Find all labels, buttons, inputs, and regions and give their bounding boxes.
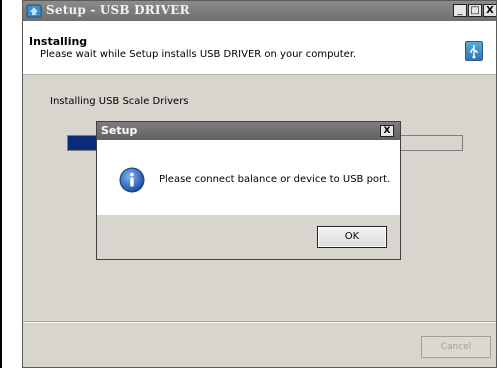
info-icon bbox=[119, 167, 145, 193]
dialog-body: Please connect balance or device to USB … bbox=[97, 140, 400, 215]
maximize-button[interactable]: □ bbox=[468, 4, 482, 17]
dialog-title-bar[interactable]: Setup X bbox=[97, 122, 400, 140]
cancel-button[interactable]: Cancel bbox=[421, 336, 491, 358]
page-subtitle: Please wait while Setup installs USB DRI… bbox=[40, 49, 357, 60]
title-bar[interactable]: Setup - USB DRIVER _ □ X bbox=[23, 1, 496, 21]
usb-symbol-icon bbox=[470, 45, 478, 59]
wizard-header: Installing Please wait while Setup insta… bbox=[23, 21, 496, 75]
dialog-message: Please connect balance or device to USB … bbox=[159, 174, 391, 185]
ok-button[interactable]: OK bbox=[317, 226, 387, 248]
page-title: Installing bbox=[29, 35, 88, 48]
minimize-button[interactable]: _ bbox=[453, 4, 467, 17]
usb-installer-icon bbox=[465, 41, 483, 61]
install-status-text: Installing USB Scale Drivers bbox=[50, 96, 189, 107]
setup-app-icon bbox=[26, 4, 42, 18]
dialog-title: Setup bbox=[101, 124, 138, 137]
dialog-close-button[interactable]: X bbox=[380, 125, 394, 137]
setup-dialog: Setup X Please connect balance or device… bbox=[96, 121, 401, 260]
window-title: Setup - USB DRIVER bbox=[46, 3, 190, 17]
close-button[interactable]: X bbox=[483, 4, 496, 17]
page-border bbox=[0, 0, 2, 368]
footer-divider bbox=[23, 321, 496, 323]
